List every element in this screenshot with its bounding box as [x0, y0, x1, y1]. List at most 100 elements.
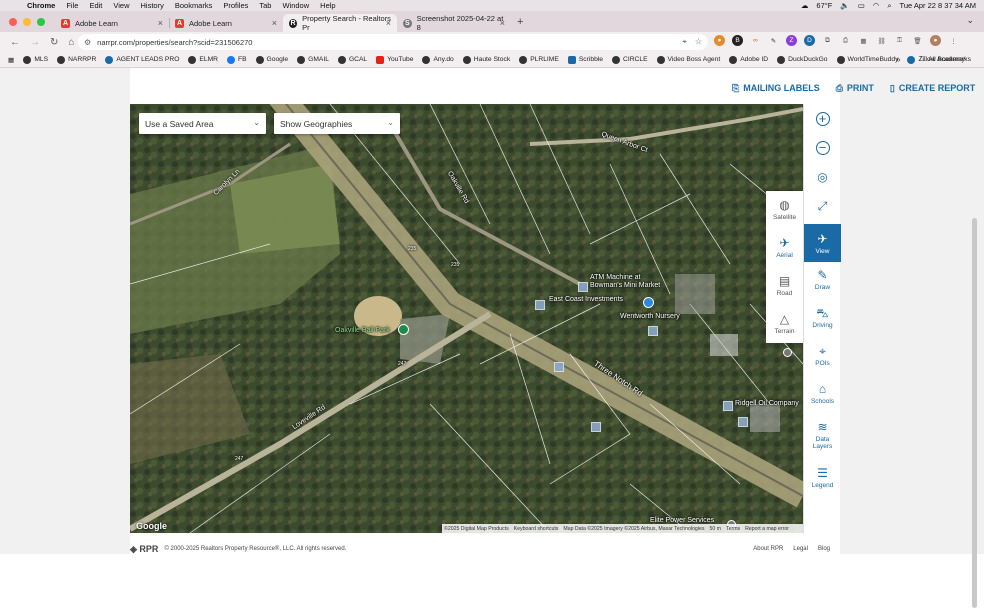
menu-view[interactable]: View: [113, 1, 129, 10]
browser-tab-2[interactable]: A Adobe Learn ×: [169, 14, 283, 32]
map-canvas[interactable]: ATM Machine at Bowman's Mini Market East…: [130, 104, 803, 533]
close-window-button[interactable]: [9, 17, 17, 26]
bookmark-mls[interactable]: MLS: [23, 55, 48, 64]
view-button[interactable]: ✈ View: [804, 224, 841, 262]
property-pin[interactable]: [648, 326, 658, 336]
park-poi-icon[interactable]: [398, 324, 409, 335]
extension-b-icon[interactable]: B: [732, 35, 743, 46]
bookmark-gcal[interactable]: GCAL: [337, 55, 367, 64]
battery-icon[interactable]: ▭: [858, 1, 865, 10]
bookmarks-overflow-chevron-icon[interactable]: »: [896, 55, 900, 64]
property-pin[interactable]: [535, 300, 545, 310]
schools-button[interactable]: ⌂ Schools: [804, 382, 841, 412]
close-tab-icon[interactable]: ×: [158, 18, 163, 28]
bookmark-adobe-id[interactable]: Adobe ID: [729, 55, 768, 64]
data-layers-button[interactable]: ≋ Data Layers: [804, 420, 841, 460]
mailing-labels-button[interactable]: ⎘ MAILING LABELS: [732, 83, 820, 94]
keyboard-shortcuts-link[interactable]: Keyboard shortcuts: [514, 526, 559, 532]
cloud-icon[interactable]: ☁: [801, 1, 809, 10]
satellite-map-imagery[interactable]: [130, 104, 803, 533]
profile-avatar[interactable]: ●: [930, 35, 941, 46]
nursery-poi-icon[interactable]: [643, 297, 654, 308]
minimize-window-button[interactable]: [23, 17, 31, 26]
driving-button[interactable]: ⛍ Driving: [804, 306, 841, 336]
extension-z-icon[interactable]: Z: [786, 35, 797, 46]
bookmark-youtube[interactable]: YouTube: [376, 55, 413, 64]
volume-icon[interactable]: 🔈: [840, 1, 849, 10]
menu-window[interactable]: Window: [282, 1, 309, 10]
bookmark-agent-leads[interactable]: AGENT LEADS PRO: [105, 55, 179, 64]
trash-icon[interactable]: 🗑: [912, 35, 923, 46]
draw-button[interactable]: ✎ Draw: [804, 268, 841, 298]
bookmark-elmr[interactable]: ELMR: [188, 55, 218, 64]
clock-text[interactable]: Tue Apr 22 8 37 34 AM: [900, 1, 976, 10]
bookmark-narrpr[interactable]: NARRPR: [57, 55, 96, 64]
saved-area-dropdown[interactable]: Use a Saved Area ⌄: [139, 113, 266, 134]
menu-help[interactable]: Help: [320, 1, 335, 10]
report-map-error-link[interactable]: Report a map error: [745, 526, 789, 532]
bookmark-anydo[interactable]: Any.do: [422, 55, 454, 64]
bookmark-scribble[interactable]: Scribble: [567, 55, 603, 64]
bookmark-haute-stock[interactable]: Haute Stock: [462, 55, 510, 64]
menu-file[interactable]: File: [66, 1, 78, 10]
new-tab-plus-icon[interactable]: +: [517, 16, 523, 28]
extensions-puzzle-icon[interactable]: ⧉: [822, 35, 833, 46]
apps-grid-icon[interactable]: ▦: [8, 56, 14, 64]
all-bookmarks-folder[interactable]: 🗀 All Bookmarks: [920, 55, 971, 66]
browser-tab-1[interactable]: A Adobe Learn ×: [55, 14, 170, 32]
address-bar[interactable]: ⚙ narrpr.com/properties/search?scid=2315…: [78, 34, 708, 50]
extension-badge-icon[interactable]: ●: [714, 35, 725, 46]
legal-link[interactable]: Legal: [793, 546, 808, 552]
menu-profiles[interactable]: Profiles: [223, 1, 248, 10]
close-tab-icon[interactable]: ×: [500, 18, 505, 28]
bookmark-plrlime[interactable]: PLRLIME: [519, 55, 559, 64]
poi-icon[interactable]: [783, 348, 792, 357]
menu-kebab-icon[interactable]: ⋮: [948, 35, 959, 46]
browser-tab-3-active[interactable]: R Property Search - Realtors Pr ×: [283, 14, 397, 32]
menu-history[interactable]: History: [141, 1, 164, 10]
property-pin[interactable]: [554, 362, 564, 372]
zoom-window-button[interactable]: [37, 17, 45, 26]
scale-text[interactable]: 50 m: [709, 526, 721, 532]
property-pin[interactable]: [723, 401, 733, 411]
legend-button[interactable]: ☰ Legend: [804, 466, 841, 496]
page-scrollbar[interactable]: [972, 218, 977, 608]
url-text[interactable]: narrpr.com/properties/search?scid=231506…: [97, 38, 252, 47]
bookmark-circle[interactable]: CIRCLE: [612, 55, 648, 64]
extension-loop-icon[interactable]: ∞: [750, 35, 761, 46]
map-type-road[interactable]: ▤ Road: [766, 267, 803, 305]
home-icon[interactable]: ⌂: [68, 37, 74, 48]
bookmark-video-boss[interactable]: Video Boss Agent: [656, 55, 720, 64]
property-pin[interactable]: [591, 422, 601, 432]
back-arrow-icon[interactable]: ←: [10, 37, 20, 48]
link-icon[interactable]: ⛓: [876, 35, 887, 46]
create-report-button[interactable]: ▯ CREATE REPORT: [890, 83, 975, 94]
close-tab-icon[interactable]: ×: [386, 18, 391, 28]
bookmark-duckduckgo[interactable]: DuckDuckGo: [777, 55, 828, 64]
geographies-dropdown[interactable]: Show Geographies ⌄: [274, 113, 400, 134]
fullscreen-button[interactable]: ⤢: [804, 199, 841, 221]
grid-icon[interactable]: ▦: [858, 35, 869, 46]
zoom-out-button[interactable]: −: [804, 141, 841, 163]
menu-app-name[interactable]: Chrome: [27, 1, 55, 10]
terms-link[interactable]: Terms: [726, 526, 740, 532]
browser-tab-4[interactable]: S Screenshot 2025-04-22 at 8 ×: [397, 14, 511, 32]
site-info-icon[interactable]: ⚙: [84, 38, 91, 47]
reload-icon[interactable]: ↻: [50, 37, 58, 48]
menu-tab[interactable]: Tab: [259, 1, 271, 10]
print-button[interactable]: ⎙ PRINT: [836, 83, 874, 94]
locate-button[interactable]: ◎: [804, 170, 841, 192]
spotlight-icon[interactable]: ⌕: [887, 1, 891, 11]
property-pin[interactable]: [578, 282, 588, 292]
about-link[interactable]: About RPR: [753, 546, 783, 552]
blog-link[interactable]: Blog: [818, 546, 830, 552]
forward-arrow-icon[interactable]: →: [30, 37, 40, 48]
map-type-terrain[interactable]: △ Terrain: [766, 305, 803, 343]
bookmark-gmail[interactable]: GMAIL: [297, 55, 329, 64]
print-icon[interactable]: ⎙: [840, 35, 851, 46]
bookmark-worldtimebuddy[interactable]: WorldTimeBuddy: [836, 55, 898, 64]
tab-search-chevron-icon[interactable]: ⌄: [966, 15, 974, 26]
property-pin[interactable]: [738, 417, 748, 427]
weather-text[interactable]: 67°F: [816, 1, 832, 10]
menu-edit[interactable]: Edit: [89, 1, 102, 10]
